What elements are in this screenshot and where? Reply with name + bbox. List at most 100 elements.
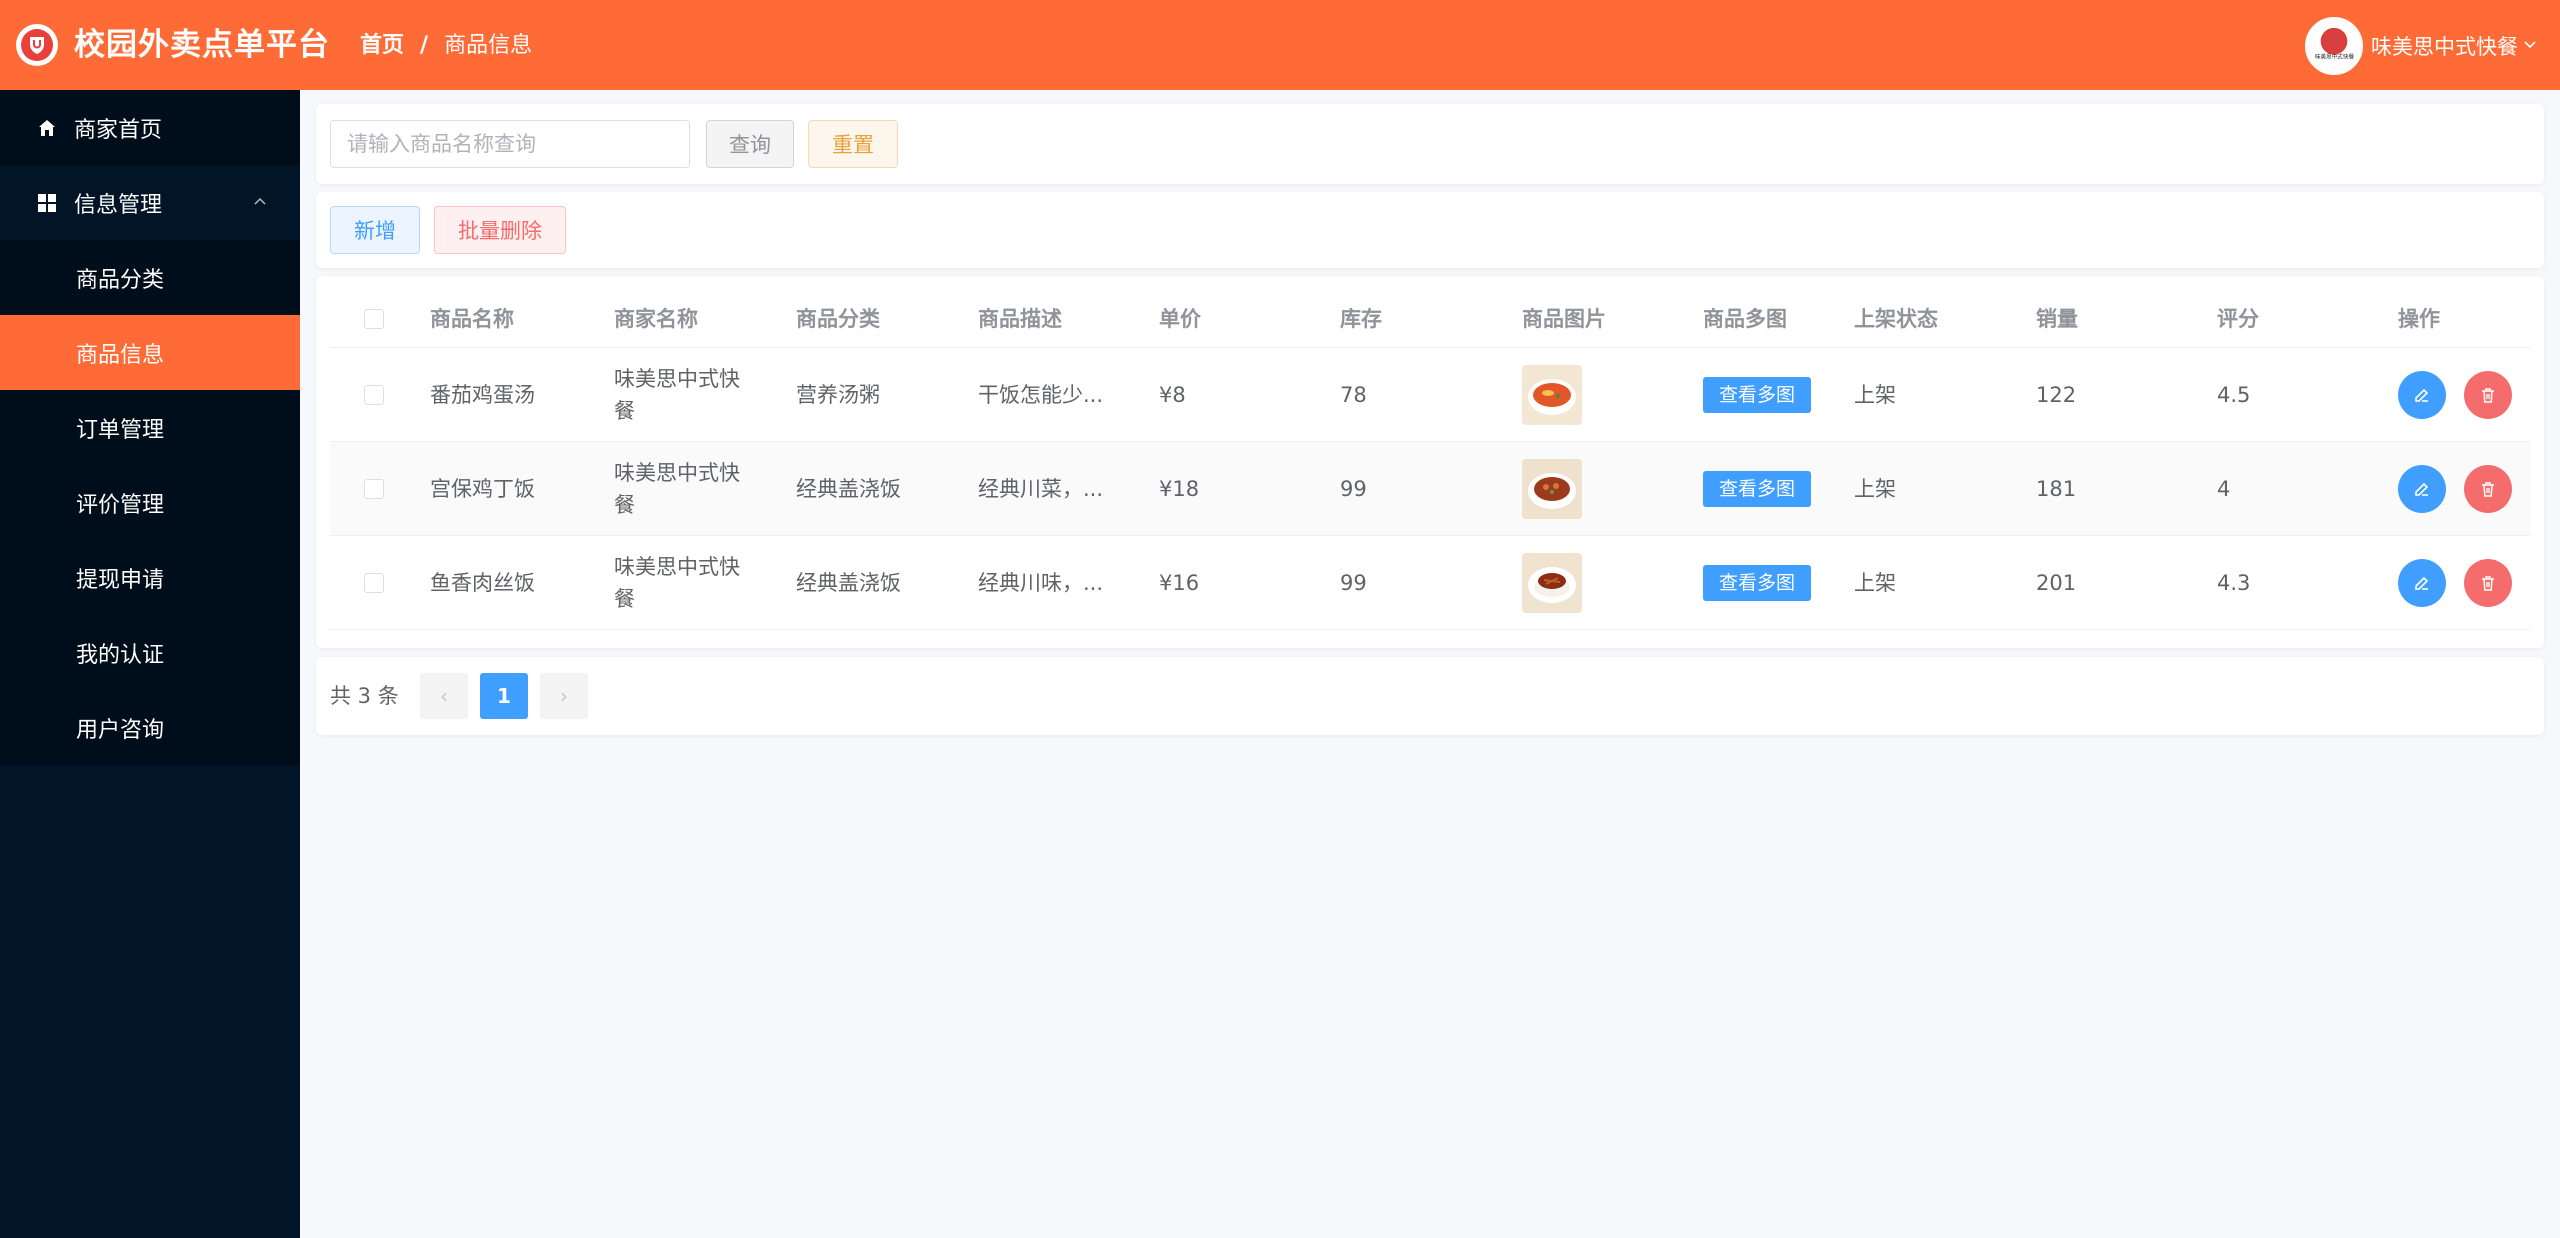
breadcrumb-home[interactable]: 首页 <box>360 30 404 62</box>
sidebar-item-label: 商品信息 <box>76 342 165 368</box>
table-header: 商品名称 商家名称 商品分类 商品描述 单价 库存 商品图片 商品多图 上架状态… <box>330 290 2530 348</box>
total-count: 共 3 条 <box>330 684 399 708</box>
row-checkbox[interactable] <box>364 573 384 593</box>
reset-button[interactable]: 重置 <box>808 120 898 168</box>
select-all-checkbox[interactable] <box>364 309 384 329</box>
edit-button[interactable] <box>2398 465 2446 513</box>
merchant-name-line1: 味美思中式快 <box>614 555 740 579</box>
pagination-panel: 共 3 条 ‹ 1 › <box>316 657 2544 735</box>
trash-icon <box>2482 388 2494 403</box>
delete-button[interactable] <box>2464 371 2512 419</box>
user-name[interactable]: 味美思中式快餐 <box>2371 31 2518 61</box>
sidebar-item-label: 商品分类 <box>76 267 165 293</box>
cell-product-image <box>1522 348 1582 442</box>
next-page-button[interactable]: › <box>540 673 588 719</box>
cell-description: 经典川菜，... <box>978 477 1104 501</box>
cell-product-name: 鱼香肉丝饭 <box>430 571 535 595</box>
edit-icon <box>2415 482 2429 496</box>
batch-delete-button[interactable]: 批量删除 <box>434 206 566 254</box>
cell-description: 干饭怎能少... <box>978 383 1104 407</box>
chevron-down-icon[interactable] <box>2522 36 2538 57</box>
query-button[interactable]: 查询 <box>706 120 794 168</box>
cell-rating: 4.5 <box>2217 383 2251 407</box>
view-images-button[interactable]: 查看多图 <box>1703 377 1812 413</box>
table-row[interactable]: 番茄鸡蛋汤 味美思中式快 餐 营养汤粥 干饭怎能少... ¥8 78 查看多图 … <box>330 348 2530 442</box>
trash-icon <box>2482 576 2494 591</box>
cell-price: ¥16 <box>1159 571 1200 595</box>
cell-multi-images: 查看多图 <box>1703 536 1812 630</box>
delete-button[interactable] <box>2464 465 2512 513</box>
table-row[interactable]: 宫保鸡丁饭 味美思中式快 餐 经典盖浇饭 经典川菜，... ¥18 99 查看多… <box>330 442 2530 536</box>
sidebar-item-label: 我的认证 <box>76 642 165 668</box>
breadcrumb: 首页 / 商品信息 <box>360 30 532 62</box>
table-row[interactable]: 鱼香肉丝饭 味美思中式快 餐 经典盖浇饭 经典川味，... ¥16 99 查看多… <box>330 536 2530 630</box>
view-images-button[interactable]: 查看多图 <box>1703 471 1812 507</box>
chevron-right-icon: › <box>560 684 568 708</box>
view-images-button[interactable]: 查看多图 <box>1703 565 1812 601</box>
column-header: 商品图片 <box>1522 307 1606 331</box>
cell-rating: 4.3 <box>2217 571 2251 595</box>
sidebar-item-info-management[interactable]: 信息管理 <box>0 165 300 240</box>
user-menu[interactable]: 味美思中式快餐 味美思中式快餐 <box>2305 16 2538 76</box>
sidebar-item-label: 订单管理 <box>76 417 165 443</box>
edit-button[interactable] <box>2398 559 2446 607</box>
edit-icon <box>2415 388 2429 402</box>
home-icon <box>36 117 58 139</box>
cell-stock: 99 <box>1340 477 1367 501</box>
sidebar-item-label: 信息管理 <box>74 192 163 218</box>
column-header: 上架状态 <box>1854 307 1938 331</box>
prev-page-button[interactable]: ‹ <box>420 673 468 719</box>
cell-product-name: 宫保鸡丁饭 <box>430 477 535 501</box>
avatar[interactable]: 味美思中式快餐 <box>2305 17 2363 75</box>
cell-status: 上架 <box>1854 571 1896 595</box>
sidebar-item-product-category[interactable]: 商品分类 <box>0 240 300 315</box>
merchant-name-line1: 味美思中式快 <box>614 461 740 485</box>
cell-multi-images: 查看多图 <box>1703 442 1812 536</box>
cell-product-image <box>1522 536 1582 630</box>
sidebar-item-certification[interactable]: 我的认证 <box>0 615 300 690</box>
search-panel: 查询 重置 <box>316 104 2544 184</box>
row-checkbox[interactable] <box>364 385 384 405</box>
page-number-button[interactable]: 1 <box>480 673 528 719</box>
sidebar-item-order-management[interactable]: 订单管理 <box>0 390 300 465</box>
search-input[interactable] <box>330 120 690 168</box>
sidebar-item-merchant-home[interactable]: 商家首页 <box>0 90 300 165</box>
product-image[interactable] <box>1522 459 1582 519</box>
row-checkbox[interactable] <box>364 479 384 499</box>
cell-rating: 4 <box>2217 477 2231 501</box>
cell-multi-images: 查看多图 <box>1703 348 1812 442</box>
column-header: 库存 <box>1340 307 1382 331</box>
grid-icon <box>36 192 58 214</box>
column-header: 操作 <box>2398 307 2440 331</box>
sidebar-item-product-info[interactable]: 商品信息 <box>0 315 300 390</box>
product-image[interactable] <box>1522 365 1582 425</box>
cell-product-image <box>1522 442 1582 536</box>
add-button[interactable]: 新增 <box>330 206 420 254</box>
cell-category: 营养汤粥 <box>796 383 880 407</box>
cell-category: 经典盖浇饭 <box>796 571 901 595</box>
sidebar-item-review-management[interactable]: 评价管理 <box>0 465 300 540</box>
sidebar-item-user-consult[interactable]: 用户咨询 <box>0 690 300 765</box>
edit-button[interactable] <box>2398 371 2446 419</box>
cell-sales: 201 <box>2036 571 2077 595</box>
sidebar-item-withdrawal[interactable]: 提现申请 <box>0 540 300 615</box>
merchant-name-line2: 餐 <box>614 493 635 517</box>
merchant-name-line2: 餐 <box>614 587 635 611</box>
cell-category: 经典盖浇饭 <box>796 477 901 501</box>
delete-button[interactable] <box>2464 559 2512 607</box>
sidebar-item-label: 用户咨询 <box>76 717 165 743</box>
cell-price: ¥18 <box>1159 477 1200 501</box>
cell-stock: 78 <box>1340 383 1367 407</box>
chevron-up-icon <box>252 193 268 213</box>
cell-product-name: 番茄鸡蛋汤 <box>430 383 535 407</box>
cell-merchant-name: 味美思中式快 餐 <box>614 536 740 630</box>
product-image[interactable] <box>1522 553 1582 613</box>
column-header: 商品名称 <box>430 307 514 331</box>
app-title: 校园外卖点单平台 <box>74 27 330 63</box>
cell-stock: 99 <box>1340 571 1367 595</box>
cell-price: ¥8 <box>1159 383 1186 407</box>
breadcrumb-current: 商品信息 <box>444 33 533 58</box>
chevron-left-icon: ‹ <box>440 684 448 708</box>
cell-status: 上架 <box>1854 477 1896 501</box>
avatar-label: 味美思中式快餐 <box>2314 53 2354 61</box>
